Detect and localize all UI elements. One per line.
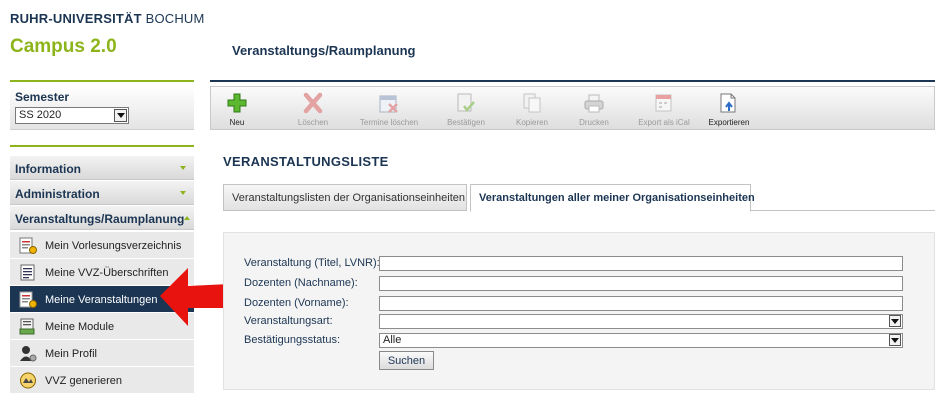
nav-section-label: Administration — [15, 187, 100, 201]
toolbar-button-label: Export als iCal — [638, 118, 690, 127]
plus-icon — [227, 93, 247, 113]
select-value: Alle — [383, 334, 402, 346]
caret-down-icon — [180, 191, 186, 195]
toolbar-button-label: Löschen — [297, 118, 329, 127]
print-icon — [584, 94, 604, 113]
course-type-select[interactable] — [379, 314, 903, 329]
field-label-veranstaltung: Veranstaltung (Titel, LVNR): — [244, 257, 380, 269]
university-city: BOCHUM — [145, 11, 205, 26]
nav-section-label: Information — [15, 162, 81, 176]
copy-button[interactable]: Kopieren — [507, 87, 557, 129]
tab-label: Veranstaltungslisten der Organisationsei… — [232, 192, 465, 204]
nav-section-label: Veranstaltungs/Raumplanung — [15, 212, 185, 226]
modules-icon — [19, 318, 35, 335]
semester-value: SS 2020 — [19, 109, 62, 121]
search-button[interactable]: Suchen — [379, 351, 434, 370]
tab-alle-organisationseinheiten[interactable]: Veranstaltungen aller meiner Organisatio… — [470, 184, 755, 212]
course-catalog-icon — [19, 237, 37, 254]
toolbar-button-label: Bestätigen — [447, 118, 485, 127]
semester-label: Semester — [15, 90, 70, 104]
lecturer-lastname-input[interactable] — [379, 276, 903, 291]
document-list-icon — [20, 264, 35, 281]
nav-section-administration[interactable]: Administration — [10, 181, 194, 205]
export-button[interactable]: Exportieren — [703, 87, 755, 129]
nav-section-information[interactable]: Information — [10, 156, 194, 180]
field-label-dozent-nachname: Dozenten (Nachname): — [244, 277, 358, 289]
confirm-button[interactable]: Bestätigen — [441, 87, 491, 129]
section-title: VERANSTALTUNGSLISTE — [223, 154, 389, 169]
sidebar-nav-divider — [10, 145, 194, 147]
field-label-dozent-vorname: Dozenten (Vorname): — [244, 297, 349, 309]
toolbar-button-label: Termine löschen — [359, 118, 419, 127]
delete-dates-button[interactable]: Termine löschen — [353, 87, 425, 129]
sidebar-item-label: Meine VVZ-Überschriften — [45, 267, 169, 279]
toolbar: Neu Löschen Termine löschen Bestätigen K… — [210, 86, 935, 130]
profile-icon — [20, 346, 37, 362]
sidebar-item-vorlesungsverzeichnis[interactable]: Mein Vorlesungsverzeichnis — [10, 232, 194, 259]
confirmation-status-select[interactable]: Alle — [379, 333, 903, 348]
sidebar-item-label: Meine Module — [45, 321, 115, 333]
semester-panel: Semester SS 2020 — [10, 86, 194, 130]
my-courses-icon — [19, 291, 37, 308]
calendar-export-icon — [655, 94, 672, 112]
tab-bar-line — [750, 210, 935, 211]
chevron-down-icon — [114, 109, 127, 122]
toolbar-button-label: Drucken — [579, 118, 609, 127]
semester-select[interactable]: SS 2020 — [15, 107, 129, 124]
university-name: RUHR-UNIVERSITÄT — [10, 11, 142, 26]
sidebar-item-vvz-generieren[interactable]: VVZ generieren — [10, 367, 194, 394]
lecturer-firstname-input[interactable] — [379, 296, 903, 311]
generate-icon — [20, 372, 36, 389]
tab-label: Veranstaltungen aller meiner Organisatio… — [479, 192, 755, 204]
main-top-divider — [210, 80, 935, 82]
sidebar-item-label: Mein Profil — [45, 348, 97, 360]
delete-x-icon — [303, 92, 323, 114]
delete-dates-icon — [379, 95, 398, 113]
field-label-veranstaltungsart: Veranstaltungsart: — [244, 315, 333, 327]
confirm-icon — [457, 93, 475, 112]
course-title-input[interactable] — [379, 256, 903, 271]
caret-up-icon — [184, 216, 190, 220]
campus-title: Campus 2.0 — [10, 36, 117, 57]
sidebar-item-label: Mein Vorlesungsverzeichnis — [45, 240, 182, 252]
delete-button[interactable]: Löschen — [288, 87, 338, 129]
export-icon — [720, 93, 736, 113]
sidebar-item-label: Meine Veranstaltungen — [45, 294, 158, 306]
print-button[interactable]: Drucken — [569, 87, 619, 129]
toolbar-button-label: Neu — [229, 118, 245, 127]
chevron-down-icon — [889, 334, 901, 346]
sidebar-item-mein-profil[interactable]: Mein Profil — [10, 340, 194, 367]
chevron-down-icon — [889, 315, 901, 327]
university-logo-text: RUHR-UNIVERSITÄT BOCHUM — [10, 11, 205, 26]
page-heading: Veranstaltungs/Raumplanung — [232, 43, 416, 58]
new-button[interactable]: Neu — [217, 87, 257, 129]
tab-organisationseinheiten[interactable]: Veranstaltungslisten der Organisationsei… — [223, 184, 467, 211]
sidebar-item-label: VVZ generieren — [45, 375, 123, 387]
caret-down-icon — [180, 166, 186, 170]
toolbar-button-label: Kopieren — [515, 118, 549, 127]
copy-icon — [523, 93, 541, 113]
sidebar-top-divider — [10, 80, 194, 82]
export-ical-button[interactable]: Export als iCal — [634, 87, 694, 129]
field-label-bestaetigungsstatus: Bestätigungsstatus: — [244, 334, 341, 346]
toolbar-button-label: Exportieren — [708, 118, 750, 127]
nav-section-veranstaltungsplanung[interactable]: Veranstaltungs/Raumplanung — [10, 206, 194, 230]
